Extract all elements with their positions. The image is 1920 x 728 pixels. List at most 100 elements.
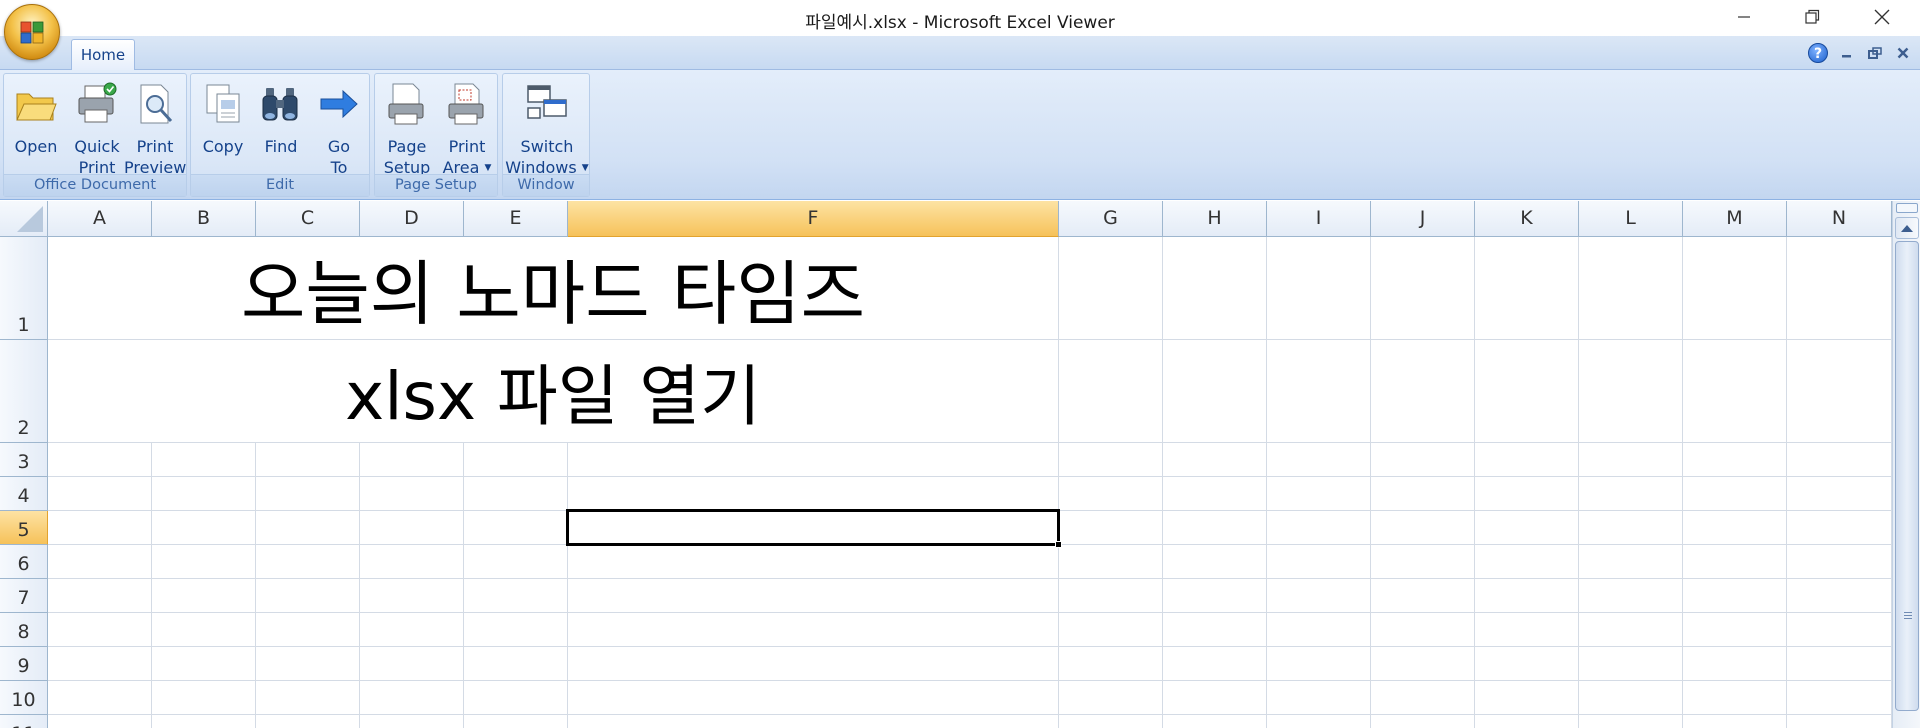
- copy-button[interactable]: Copy: [195, 78, 251, 178]
- ribbon-tab-row: Home ?: [0, 36, 1920, 71]
- row-header-9[interactable]: 9: [0, 647, 48, 681]
- scroll-up-arrow-icon: [1901, 225, 1913, 232]
- close-button[interactable]: [1852, 0, 1912, 34]
- close-icon: [1874, 9, 1890, 25]
- fill-handle[interactable]: [1055, 541, 1062, 548]
- quick-print-button[interactable]: Quick Print: [67, 78, 127, 178]
- switch-windows-button[interactable]: Switch Windows ▼: [505, 78, 589, 178]
- row-header-11[interactable]: 11: [0, 715, 48, 728]
- help-icon[interactable]: ?: [1808, 43, 1828, 63]
- row-header-5[interactable]: 5: [0, 511, 48, 545]
- doc-close-button[interactable]: [1894, 44, 1912, 62]
- gridline: [48, 476, 1892, 477]
- vertical-scrollbar[interactable]: [1892, 201, 1920, 728]
- active-cell-f5[interactable]: [566, 509, 1060, 546]
- excel-viewer-window: 파일예시.xlsx - Microsoft Excel Viewer Home …: [0, 0, 1920, 728]
- cell-text-row2: xlsx 파일 열기: [345, 358, 761, 435]
- group-label-edit: Edit: [191, 174, 369, 196]
- row-number: 4: [17, 485, 30, 507]
- page-setup-button[interactable]: Page Setup: [377, 78, 437, 178]
- merged-cell-row2[interactable]: xlsx 파일 열기: [48, 340, 1058, 442]
- worksheet-grid[interactable]: A B C D E F G H I J K L M N 1 2 3 4 5 6 …: [0, 201, 1892, 728]
- column-header-c[interactable]: C: [256, 201, 360, 237]
- dropdown-arrow-icon: ▼: [484, 163, 492, 173]
- group-office-document: Open Quick Print Print Preview Office Do…: [3, 73, 187, 197]
- quick-print-label-line1: Quick: [74, 137, 120, 156]
- column-header-j[interactable]: J: [1371, 201, 1475, 237]
- column-header-l[interactable]: L: [1579, 201, 1683, 237]
- print-preview-label-line1: Print: [136, 137, 174, 156]
- column-header-k[interactable]: K: [1475, 201, 1579, 237]
- open-button[interactable]: Open: [8, 78, 64, 178]
- gridline: [1682, 237, 1683, 728]
- title-bar: 파일예시.xlsx - Microsoft Excel Viewer: [0, 0, 1920, 36]
- column-header-m[interactable]: M: [1683, 201, 1787, 237]
- gridline: [1578, 237, 1579, 728]
- minimize-button[interactable]: [1714, 0, 1774, 34]
- row-header-6[interactable]: 6: [0, 545, 48, 579]
- gridline: [1266, 237, 1267, 728]
- column-header-d[interactable]: D: [360, 201, 464, 237]
- gridline: [48, 578, 1892, 579]
- group-label-window: Window: [503, 174, 589, 196]
- tab-home[interactable]: Home: [71, 39, 135, 71]
- doc-restore-button[interactable]: [1866, 44, 1884, 62]
- row-number: 2: [17, 417, 30, 439]
- gridline: [48, 612, 1892, 613]
- row-number: 10: [11, 689, 36, 711]
- group-label-page-setup: Page Setup: [375, 174, 497, 196]
- copy-icon: [206, 84, 240, 123]
- row-number: 8: [17, 621, 30, 643]
- column-header-g[interactable]: G: [1059, 201, 1163, 237]
- column-header-e[interactable]: E: [464, 201, 568, 237]
- gridline: [48, 714, 1892, 715]
- switch-windows-icon: [527, 85, 567, 119]
- doc-minimize-button[interactable]: [1838, 44, 1856, 62]
- column-header-h[interactable]: H: [1163, 201, 1267, 237]
- column-header-b[interactable]: B: [152, 201, 256, 237]
- gridline: [1474, 237, 1475, 728]
- column-header-a[interactable]: A: [48, 201, 152, 237]
- split-box[interactable]: [1896, 203, 1918, 213]
- row-number: 11: [11, 723, 35, 728]
- row-header-1[interactable]: 1: [0, 237, 48, 340]
- row-header-2[interactable]: 2: [0, 340, 48, 443]
- open-label: Open: [14, 137, 58, 156]
- group-edit: Copy Find Go To Edit: [190, 73, 370, 197]
- merged-cell-row1[interactable]: 오늘의 노마드 타임즈: [48, 237, 1058, 339]
- scroll-thumb[interactable]: [1895, 241, 1919, 711]
- copy-label: Copy: [202, 137, 244, 156]
- column-header-n[interactable]: N: [1787, 201, 1892, 237]
- row-number: 3: [17, 451, 30, 473]
- office-button[interactable]: [4, 4, 60, 60]
- restore-icon: [1805, 9, 1820, 24]
- gridline: [48, 680, 1892, 681]
- office-logo-icon: [20, 21, 44, 44]
- print-area-button[interactable]: Print Area ▼: [437, 78, 497, 178]
- cell-text-row1: 오늘의 노마드 타임즈: [240, 252, 866, 335]
- gridline: [1786, 237, 1787, 728]
- find-label: Find: [264, 137, 298, 156]
- select-all-corner[interactable]: [0, 201, 48, 237]
- row-header-7[interactable]: 7: [0, 579, 48, 613]
- row-number: 5: [17, 519, 30, 541]
- column-header-f[interactable]: F: [568, 201, 1059, 237]
- group-window: Switch Windows ▼ Window: [502, 73, 590, 197]
- row-header-10[interactable]: 10: [0, 681, 48, 715]
- go-to-button[interactable]: Go To: [311, 78, 367, 178]
- restore-button[interactable]: [1782, 0, 1842, 34]
- binoculars-icon: [262, 88, 298, 121]
- print-preview-icon: [140, 84, 173, 124]
- print-preview-button[interactable]: Print Preview: [124, 78, 186, 178]
- row-header-3[interactable]: 3: [0, 443, 48, 477]
- minimize-icon: [1842, 55, 1851, 58]
- find-button[interactable]: Find: [253, 78, 309, 178]
- minimize-icon: [1738, 16, 1750, 18]
- column-header-i[interactable]: I: [1267, 201, 1371, 237]
- scroll-up-button[interactable]: [1895, 217, 1919, 239]
- row-header-4[interactable]: 4: [0, 477, 48, 511]
- go-to-arrow-icon: [320, 89, 358, 119]
- close-icon: [1897, 47, 1909, 59]
- open-folder-icon: [16, 93, 57, 121]
- row-header-8[interactable]: 8: [0, 613, 48, 647]
